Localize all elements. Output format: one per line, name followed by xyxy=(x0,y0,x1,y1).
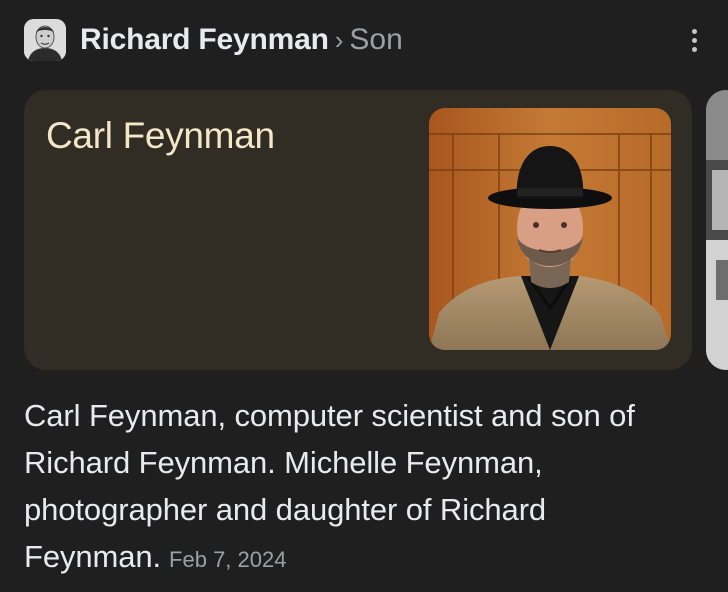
breadcrumb-richard-feynman[interactable]: Richard Feynman xyxy=(80,18,329,62)
more-dot xyxy=(691,37,697,43)
publish-date: Feb 7, 2024 xyxy=(169,547,287,572)
description-text: Carl Feynman, computer scientist and son… xyxy=(24,398,635,574)
more-vert-icon[interactable] xyxy=(684,22,704,58)
description: Carl Feynman, computer scientist and son… xyxy=(24,392,704,583)
person-portrait-icon xyxy=(24,19,66,61)
more-dot xyxy=(691,28,697,34)
chevron-right-icon: › xyxy=(334,25,344,55)
more-dot xyxy=(691,46,697,52)
richard-feynman-avatar[interactable] xyxy=(24,19,66,61)
card-title: Carl Feynman xyxy=(46,115,275,156)
breadcrumb-son: Son xyxy=(349,23,403,56)
breadcrumb: Richard Feynman › Son xyxy=(80,18,403,62)
carl-feynman-photo[interactable] xyxy=(429,108,671,350)
person-card[interactable]: Carl Feynman xyxy=(24,90,692,370)
header: Richard Feynman › Son xyxy=(24,18,714,62)
next-card-peek[interactable] xyxy=(706,90,728,370)
